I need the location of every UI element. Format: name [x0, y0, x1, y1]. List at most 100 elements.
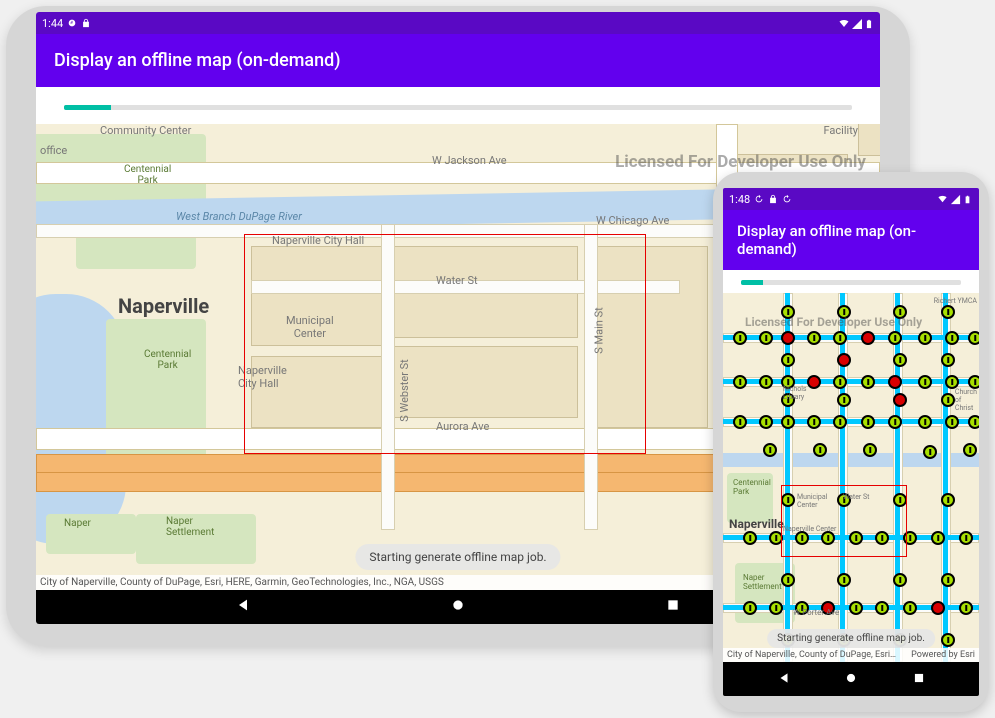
feature-point[interactable]: [968, 331, 979, 345]
phone-device-frame: 1:48: [713, 172, 989, 712]
feature-point[interactable]: [861, 415, 875, 429]
feature-point[interactable]: [931, 531, 945, 545]
feature-point[interactable]: [888, 331, 902, 345]
feature-point[interactable]: [863, 443, 877, 457]
feature-point[interactable]: [918, 331, 932, 345]
feature-point-alert[interactable]: [807, 375, 821, 389]
city-label: Naperville: [118, 294, 209, 318]
feature-point[interactable]: [968, 415, 979, 429]
wifi-icon: [937, 194, 947, 204]
feature-point-alert[interactable]: [893, 393, 907, 407]
map-label: W Chicago Ave: [596, 214, 669, 227]
map-label: Church of Christ: [955, 388, 977, 412]
feature-point-alert[interactable]: [888, 375, 902, 389]
feature-point[interactable]: [941, 353, 955, 367]
feature-point[interactable]: [941, 633, 955, 647]
status-time: 1:48: [729, 193, 750, 206]
feature-point[interactable]: [837, 393, 851, 407]
feature-point[interactable]: [743, 601, 757, 615]
feature-point[interactable]: [781, 415, 795, 429]
feature-point[interactable]: [918, 375, 932, 389]
lock-icon: [81, 18, 91, 28]
map-label: Centennial Park: [733, 478, 771, 496]
progress-fill: [741, 280, 763, 285]
toast-message: Starting generate offline map job.: [767, 629, 935, 648]
feature-point[interactable]: [833, 415, 847, 429]
feature-point[interactable]: [807, 331, 821, 345]
toast-text: Starting generate offline map job.: [369, 550, 546, 564]
feature-point[interactable]: [781, 353, 795, 367]
feature-point-alert[interactable]: [861, 331, 875, 345]
app-bar: Display an offline map (on-demand): [36, 34, 880, 87]
feature-point[interactable]: [959, 601, 973, 615]
feature-point[interactable]: [945, 331, 959, 345]
feature-point[interactable]: [875, 601, 889, 615]
progress-bar[interactable]: [741, 280, 961, 285]
feature-point[interactable]: [918, 415, 932, 429]
map-label: Naper: [64, 518, 91, 529]
feature-point[interactable]: [903, 601, 917, 615]
feature-point[interactable]: [968, 375, 979, 389]
feature-point[interactable]: [945, 415, 959, 429]
progress-fill: [64, 105, 111, 110]
nav-back-icon[interactable]: [777, 670, 791, 689]
feature-point[interactable]: [813, 443, 827, 457]
feature-point[interactable]: [733, 375, 747, 389]
nav-back-icon[interactable]: [235, 597, 251, 617]
nav-home-icon[interactable]: [844, 670, 858, 689]
feature-point[interactable]: [769, 601, 783, 615]
license-watermark: Licensed For Developer Use Only: [615, 152, 866, 172]
toast-message: Starting generate offline map job.: [355, 544, 560, 570]
feature-point[interactable]: [861, 375, 875, 389]
feature-point[interactable]: [743, 531, 757, 545]
feature-point[interactable]: [833, 331, 847, 345]
feature-point[interactable]: [945, 375, 959, 389]
progress-bar[interactable]: [64, 105, 852, 110]
map-label: Centennial Park: [124, 164, 171, 186]
feature-point[interactable]: [733, 415, 747, 429]
feature-point[interactable]: [888, 415, 902, 429]
app-title: Display an offline map (on-demand): [54, 50, 341, 71]
feature-point-alert[interactable]: [931, 601, 945, 615]
feature-point[interactable]: [759, 331, 773, 345]
nav-recent-icon[interactable]: [912, 670, 926, 689]
progress-area: [36, 87, 880, 124]
map-view[interactable]: Centennial Park Naperville Naperville Ce…: [723, 293, 979, 662]
area-of-interest-rectangle[interactable]: [781, 485, 907, 557]
status-time: 1:44: [42, 17, 63, 30]
feature-point[interactable]: [733, 331, 747, 345]
nav-home-icon[interactable]: [450, 597, 466, 617]
feature-point[interactable]: [893, 573, 907, 587]
attribution-bar: City of Naperville, County of DuPage, Es…: [723, 648, 979, 662]
feature-point[interactable]: [941, 573, 955, 587]
attribution-text: City of Naperville, County of DuPage, Es…: [40, 577, 444, 588]
feature-point[interactable]: [781, 573, 795, 587]
feature-point[interactable]: [837, 573, 851, 587]
feature-point[interactable]: [759, 415, 773, 429]
nav-recent-icon[interactable]: [665, 597, 681, 617]
feature-point[interactable]: [833, 375, 847, 389]
feature-point[interactable]: [849, 601, 863, 615]
park-area: [46, 514, 136, 554]
feature-point[interactable]: [763, 443, 777, 457]
app-title: Display an offline map (on-demand): [737, 222, 916, 258]
map-label: Facility: [824, 124, 858, 137]
feature-point[interactable]: [941, 493, 955, 507]
pipe: [840, 293, 845, 662]
feature-point[interactable]: [963, 443, 977, 457]
feature-point[interactable]: [941, 393, 955, 407]
progress-area: [723, 270, 979, 293]
battery-icon: [864, 18, 874, 28]
feature-point[interactable]: [959, 531, 973, 545]
feature-point-alert[interactable]: [837, 353, 851, 367]
lock-icon: [768, 194, 778, 204]
feature-point[interactable]: [807, 415, 821, 429]
feature-point[interactable]: [923, 445, 937, 459]
feature-point[interactable]: [759, 375, 773, 389]
pipe: [895, 293, 900, 662]
area-of-interest-rectangle[interactable]: [244, 234, 646, 454]
map-label: Richert YMCA: [934, 297, 977, 305]
feature-point[interactable]: [941, 305, 955, 319]
feature-point-alert[interactable]: [781, 331, 795, 345]
feature-point[interactable]: [893, 353, 907, 367]
